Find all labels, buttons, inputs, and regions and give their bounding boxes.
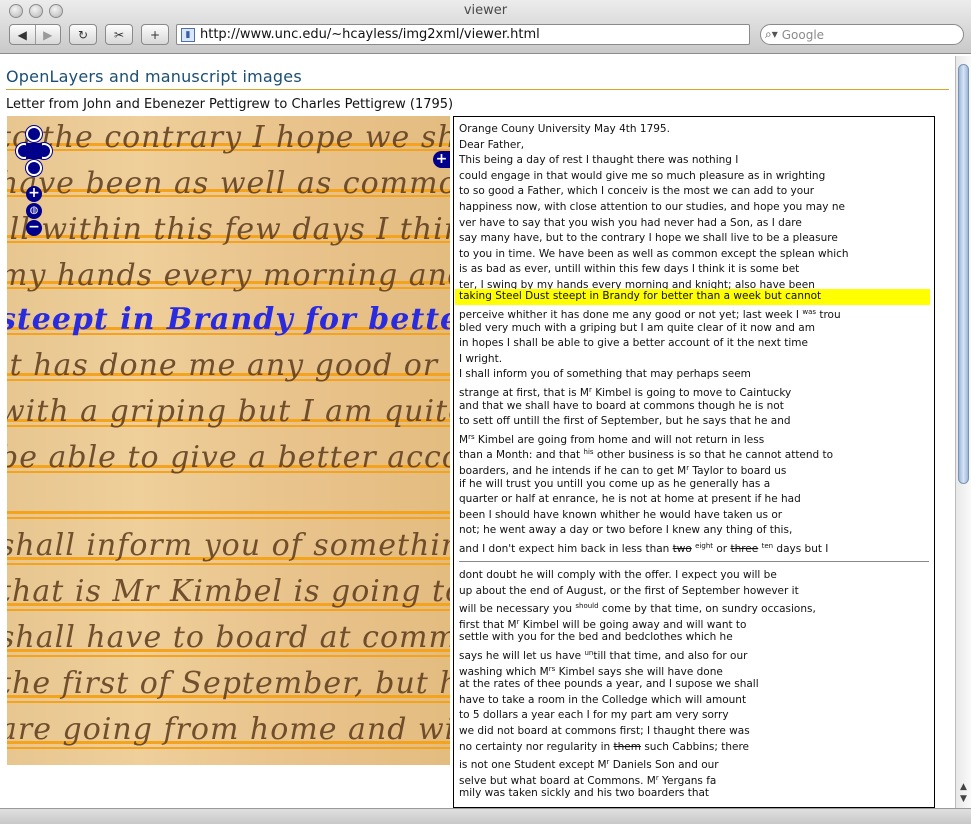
transcription-line: could engage in that would give me so mu… (459, 169, 826, 182)
manuscript-line: to the contrary I hope we shall (7, 120, 450, 155)
transcription-line: to you in time. We have been as well as … (459, 247, 849, 260)
back-icon[interactable]: ◀ (10, 25, 35, 44)
transcription-line: quarter or half at enrance, he is not at… (459, 493, 801, 506)
favicon-icon: ▮ (181, 27, 195, 42)
manuscript-line: the first of September, but he sa (7, 666, 450, 701)
transcription-line: up about the end of August, or the first… (459, 584, 799, 597)
transcription-line: and I don't expect him back in less than… (459, 542, 829, 555)
window-title: viewer (463, 3, 508, 18)
search-icon: ⌕▾ (765, 27, 778, 41)
plus-icon: + (149, 27, 161, 42)
zoom-world-button[interactable]: ◍ (26, 203, 42, 219)
page-divider (459, 561, 929, 562)
add-bookmark-button[interactable]: + (141, 24, 169, 45)
transcription-line: mily was taken sickly and his two boarde… (459, 787, 710, 800)
scroll-down-icon[interactable]: ▼ (958, 794, 969, 804)
transcription-panel[interactable]: Orange Couny University May 4th 1795. De… (453, 116, 935, 808)
vertical-scrollbar[interactable]: ▲ ▼ (955, 56, 971, 808)
transcription-line: settle with you for the bed and bedcloth… (459, 631, 733, 644)
manuscript-line: ill within this few days I thin (7, 212, 450, 247)
map-navigation-control: + ◍ − (16, 126, 54, 238)
transcription-line: Orange Couny University May 4th 1795. (459, 123, 670, 135)
search-placeholder: Google (781, 27, 825, 42)
address-bar-url: http://www.unc.edu/~hcayless/img2xml/vie… (200, 27, 540, 42)
transcription-line: to 5 dollars a year each I for my part a… (459, 709, 729, 722)
manuscript-line: with a griping but I am quite clear (7, 394, 450, 429)
transcription-line: Dear Father, (459, 138, 525, 151)
transcription-line: happiness now, with close attention to o… (459, 201, 845, 213)
page-subtitle: Letter from John and Ebenezer Pettigrew … (6, 97, 454, 112)
forward-icon[interactable]: ▶ (34, 25, 61, 44)
manuscript-line: that is Mr Kimbel is going to mo (7, 574, 450, 609)
scroll-up-icon[interactable]: ▲ (958, 782, 969, 792)
manuscript-line: shall have to board at commons th (7, 620, 450, 655)
manuscript-map-viewer[interactable]: to the contrary I hope we shall have bee… (7, 116, 450, 765)
scrollbar-thumb[interactable] (958, 64, 969, 484)
transcription-line: I wright. (459, 352, 503, 365)
manuscript-line: have been as well as common exc (7, 166, 450, 201)
transcription-line: I shall inform you of something that may… (459, 368, 751, 381)
browser-window: viewer ◀ ▶ ↻ ✂ + ▮ http://www.unc.edu/~h… (0, 0, 971, 824)
zoom-in-button[interactable]: + (26, 186, 42, 202)
transcription-line: been I should have known whither he woul… (459, 508, 783, 521)
manuscript-line: be able to give a better account of (7, 440, 450, 475)
search-input[interactable]: ⌕▾ Google (760, 24, 964, 45)
back-forward-buttons: ◀ ▶ (9, 24, 61, 45)
transcription-line: no certainty nor regularity in them such… (459, 740, 750, 753)
manuscript-line: my hands every morning and knigh (7, 258, 450, 293)
status-bar (0, 808, 971, 824)
manuscript-line: it has done me any good or not y (7, 348, 450, 383)
pan-up-icon[interactable] (26, 126, 42, 142)
transcription-line: in hopes I shall be able to give a bette… (459, 337, 808, 350)
transcription-line: This being a day of rest I thaught there… (459, 154, 739, 167)
transcription-line: dont doubt he will comply with the offer… (459, 569, 777, 581)
transcription-line: we did not board at commons first; I tha… (459, 725, 750, 737)
layer-switcher-button[interactable]: + (433, 151, 450, 168)
zoom-out-button[interactable]: − (26, 220, 42, 236)
manuscript-line: shall inform you of something that m (7, 528, 450, 563)
transcription-line: bled very much with a griping but I am q… (459, 321, 815, 334)
transcription-line-highlighted[interactable]: taking Steel Dust steept in Brandy for b… (455, 289, 930, 305)
transcription-line: say many have, but to the contrary I hop… (459, 232, 838, 245)
transcription-line: if he will trust you untill you come up … (459, 477, 771, 490)
title-divider (6, 89, 949, 90)
transcription-line: is as bad as ever, untill within this fe… (459, 263, 800, 276)
snapback-icon: ✂ (113, 27, 125, 42)
pan-down-icon[interactable] (26, 160, 42, 176)
transcription-line: not; he went away a day or two before I … (459, 524, 793, 537)
snapback-button[interactable]: ✂ (105, 24, 133, 45)
transcription-line: ver have to say that you wish you had ne… (459, 216, 802, 229)
browser-toolbar: viewer ◀ ▶ ↻ ✂ + ▮ http://www.unc.edu/~h… (0, 0, 971, 54)
transcription-line: to so good a Father, which I conceiv is … (459, 185, 815, 198)
address-bar[interactable]: ▮ http://www.unc.edu/~hcayless/img2xml/v… (176, 24, 750, 45)
transcription-line: to sett off untill the first of Septembe… (459, 415, 791, 428)
manuscript-line: are going from home and will no (7, 712, 450, 747)
transcription-line: at the rates of thee pounds a year, and … (459, 678, 759, 691)
transcription-line: have to take a room in the Colledge whic… (459, 693, 747, 706)
manuscript-line-highlighted: steept in Brandy for better than (7, 302, 450, 337)
reload-button[interactable]: ↻ (69, 24, 97, 45)
transcription-line: and that we shall have to board at commo… (459, 399, 784, 412)
pan-center-icon (26, 143, 42, 159)
reload-icon: ↻ (77, 27, 89, 42)
page-title: OpenLayers and manuscript images (6, 67, 302, 86)
